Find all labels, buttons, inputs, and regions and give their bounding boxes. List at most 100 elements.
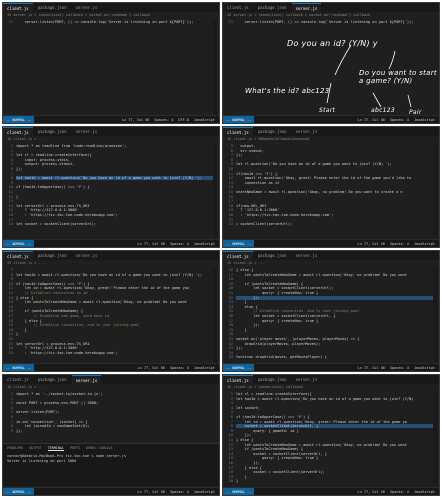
code-line[interactable]: : 'https://tic-tac-toe-node.herokuapp.co… bbox=[16, 213, 118, 217]
indent-setting[interactable]: Spaces: 4 bbox=[390, 366, 409, 370]
code-line[interactable]: : 'https://tic-tac-toe-node.herokuapp.co… bbox=[16, 351, 118, 355]
code-line[interactable]: if (hasId.toUpperCase() === 'Y') { bbox=[16, 282, 90, 286]
code-line[interactable]: let wantsToCreateNewGame = await rl.ques… bbox=[236, 273, 407, 277]
tab-server-js[interactable]: server.js bbox=[291, 127, 322, 136]
code-area[interactable]: 21 server.listen(PORT, () => console.log… bbox=[3, 19, 219, 114]
terminal-tab-terminal[interactable]: TERMINAL bbox=[47, 446, 64, 451]
code-area[interactable]: 1 import * as readline from 'node:readlin… bbox=[3, 143, 219, 238]
code-line[interactable]: : 'https://tic-tac-toe-node.herokuapp.co… bbox=[236, 213, 333, 217]
code-line[interactable]: // Establish connection, end to user joi… bbox=[16, 323, 139, 327]
breadcrumb[interactable]: JS client.js > ... bbox=[7, 137, 45, 141]
tab-package-json[interactable]: package.json bbox=[33, 127, 71, 136]
code-line[interactable]: } else { bbox=[16, 296, 33, 300]
code-line[interactable]: let rl = readline.createInterface({ bbox=[16, 153, 92, 157]
code-line[interactable]: query: { createNew: true } bbox=[236, 456, 318, 460]
code-area[interactable]: 5 output, 6 err.stdout, 7}); 8 9 let rl.quest… bbox=[223, 143, 439, 238]
code-line[interactable]: let rl = readline.createInterface({ bbox=[236, 392, 312, 396]
language-mode[interactable]: JavaScript bbox=[194, 118, 215, 122]
breadcrumb[interactable]: JS client.js > ... bbox=[227, 261, 265, 265]
code-line[interactable]: if (wantsToCreateNewGame) { bbox=[236, 282, 303, 286]
breadcrumb[interactable]: JS client.js > connection() callback bbox=[227, 385, 303, 389]
code-area[interactable]: 7 8 let hasId = await rl.question('Do you … bbox=[3, 267, 219, 362]
code-line[interactable]: let socket = socketClient(serverUrl); bbox=[16, 222, 96, 226]
code-line[interactable]: socket = socketClient(serverUrl); bbox=[236, 470, 324, 474]
code-line[interactable]: server.listen(PORT, () => console.log(`S… bbox=[16, 20, 194, 24]
code-line[interactable]: } bbox=[16, 328, 27, 332]
cursor-position[interactable]: Ln 77, Col 56 bbox=[358, 366, 385, 370]
code-line[interactable]: }); bbox=[236, 153, 243, 157]
cursor-position[interactable]: Ln 77, Col 56 bbox=[358, 242, 385, 246]
code-line[interactable]: await rl.question('Okay, great! Please e… bbox=[236, 176, 412, 180]
code-line[interactable]: ? 'http://127.0.0.1:3000' bbox=[16, 208, 79, 212]
indent-setting[interactable]: Spaces: 4 bbox=[390, 490, 409, 494]
language-mode[interactable]: JavaScript bbox=[414, 118, 435, 122]
code-line[interactable]: let rl.question('Do you have an id of a … bbox=[236, 162, 392, 166]
tab-client-js[interactable]: client.js bbox=[3, 251, 33, 261]
code-line[interactable]: socket = socketClient(serverUrl, { bbox=[236, 424, 319, 428]
tab-client-js[interactable]: client.js bbox=[3, 3, 33, 13]
code-line[interactable]: output: process.stdout, bbox=[16, 162, 75, 166]
code-line[interactable]: io.on('connection', (socket) => { bbox=[16, 420, 87, 424]
code-line[interactable]: }); bbox=[16, 167, 23, 171]
code-line[interactable]: }); bbox=[236, 433, 252, 437]
code-line[interactable]: import * as readline from 'node:readline… bbox=[16, 144, 126, 148]
code-line[interactable]: } else { bbox=[236, 466, 262, 470]
terminal-tab-ports[interactable]: PORTS bbox=[70, 446, 80, 451]
code-line[interactable]: let hasId = await rl.question('Do you ha… bbox=[236, 397, 413, 401]
indent-setting[interactable]: Spaces: 4 bbox=[170, 242, 189, 246]
code-line[interactable]: let serverUrl = process.env.TS_URI bbox=[16, 342, 90, 346]
terminal-panel[interactable]: PROBLEMS OUTPUT TERMINAL PORTS DEBUG CON… bbox=[3, 443, 219, 486]
code-line[interactable]: output, bbox=[236, 144, 255, 148]
code-line[interactable]: } bbox=[16, 195, 18, 199]
breadcrumb[interactable]: JS server.js > connection() callback > s… bbox=[7, 13, 150, 17]
code-line[interactable]: startNewGame = await rl.question('Okay, … bbox=[236, 190, 403, 194]
code-line[interactable]: else { bbox=[236, 305, 258, 309]
code-line[interactable]: } bbox=[236, 328, 247, 332]
code-line[interactable]: // Establish connection to id bbox=[16, 291, 88, 295]
language-mode[interactable]: JavaScript bbox=[414, 242, 435, 246]
indent-setting[interactable]: Spaces: 4 bbox=[390, 242, 409, 246]
code-line[interactable]: socket.on('player moves', (playerMoves, … bbox=[236, 337, 359, 341]
code-line[interactable]: input: process.stdin, bbox=[16, 158, 70, 162]
code-line[interactable]: // Establish new game, send back id bbox=[16, 314, 109, 318]
cursor-position[interactable]: Ln 77, Col 56 bbox=[358, 490, 385, 494]
language-mode[interactable]: JavaScript bbox=[414, 490, 435, 494]
cursor-position[interactable]: Ln 77, Col 56 bbox=[138, 366, 165, 370]
code-line[interactable]: let socket; bbox=[236, 406, 260, 410]
code-line[interactable]: }); bbox=[236, 346, 243, 350]
code-line[interactable]: let joinedId = newGameIdnt(8); bbox=[16, 424, 90, 428]
code-line[interactable]: }); bbox=[236, 461, 260, 465]
code-line[interactable]: } bbox=[16, 332, 18, 336]
code-line[interactable]: if (hasId.toUpperCase() === 'Y') { bbox=[236, 415, 310, 419]
breadcrumb[interactable]: JS client.js > ... bbox=[7, 385, 45, 389]
terminal-tab-output[interactable]: OUTPUT bbox=[29, 446, 41, 451]
code-line[interactable]: if(hasId === 'Y') { bbox=[236, 172, 277, 176]
tab-client-js[interactable]: client.js bbox=[3, 375, 33, 384]
code-line[interactable]: if(new.URL_URI bbox=[236, 204, 266, 208]
cursor-position[interactable]: Ln 77, Col 56 bbox=[138, 490, 165, 494]
tab-server-js[interactable]: server.js bbox=[291, 251, 322, 260]
encoding[interactable]: UTF-8 bbox=[178, 118, 189, 122]
indent-setting[interactable]: Spaces: 4 bbox=[154, 118, 173, 122]
code-line[interactable]: // Establish connection, and to user joi… bbox=[236, 309, 359, 313]
code-line[interactable]: function drawGrid(moves, getMovesPlayer)… bbox=[236, 355, 327, 359]
code-line[interactable]: ? '127.0.0.1:3000' bbox=[236, 208, 279, 212]
code-line[interactable]: } else { bbox=[236, 438, 253, 442]
tab-client-js[interactable]: client.js bbox=[223, 127, 253, 137]
code-line[interactable]: drawGrid(playerMoves, playerMoves); bbox=[236, 342, 321, 346]
cursor-position[interactable]: Ln 77, Col 56 bbox=[122, 118, 149, 122]
code-line[interactable]: let socket = socketClient(serverUrl, { bbox=[236, 314, 335, 318]
indent-setting[interactable]: Spaces: 4 bbox=[170, 366, 189, 370]
tab-server-js[interactable]: server.js bbox=[71, 127, 102, 136]
tab-client-js[interactable]: client.js bbox=[223, 375, 253, 385]
code-line[interactable]: if (wantsToCreateNewGame) { bbox=[16, 309, 83, 313]
terminal-command-line[interactable]: connor@Adebrix-MacBook-Pro tic-tac-toe %… bbox=[7, 454, 126, 458]
tab-package-json[interactable]: package.json bbox=[33, 251, 71, 260]
code-line[interactable]: import * as '../socket.io/socket.io.js'; bbox=[16, 392, 103, 396]
cursor-position[interactable]: Ln 77, Col 56 bbox=[358, 118, 385, 122]
code-line[interactable]: let serverUrl = process.env.TS_URI bbox=[16, 204, 90, 208]
tab-package-json[interactable]: package.json bbox=[33, 3, 71, 12]
code-line[interactable]: const PORT = process.env.PORT || 3000; bbox=[16, 401, 98, 405]
language-mode[interactable]: JavaScript bbox=[194, 490, 215, 494]
tab-server-js[interactable]: server.js bbox=[71, 251, 102, 260]
